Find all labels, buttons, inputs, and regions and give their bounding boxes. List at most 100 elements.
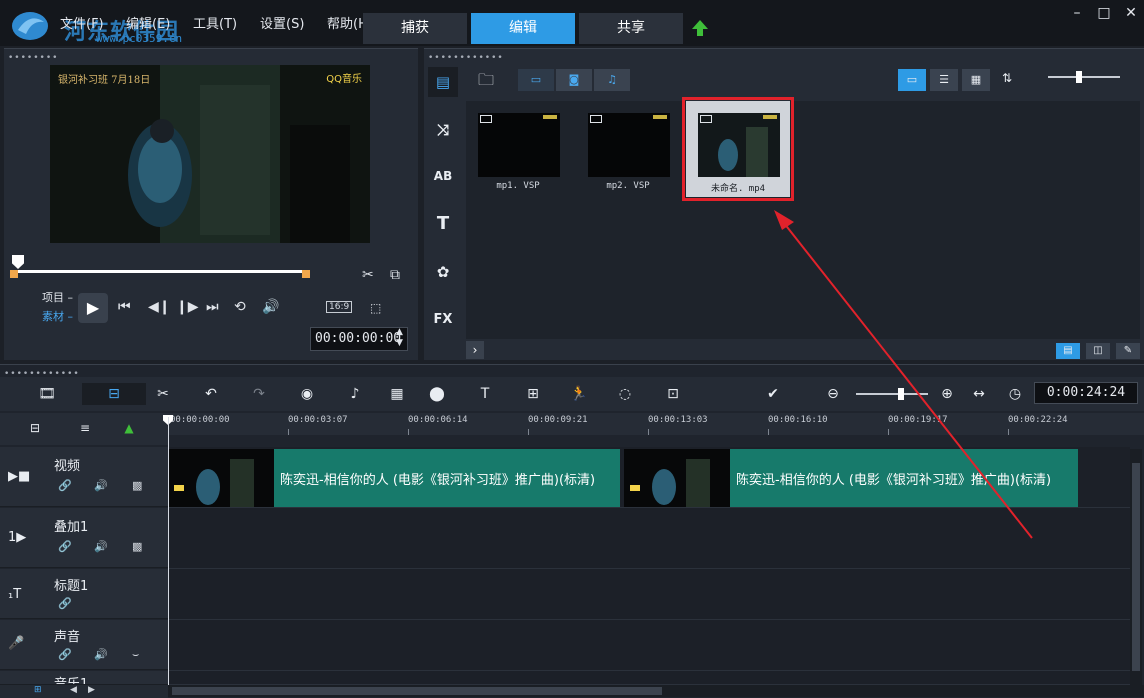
link-icon[interactable]: 🔗 (58, 597, 72, 610)
crop-icon[interactable]: ⬚ (370, 301, 381, 315)
show-photo-filter[interactable]: ◙ (556, 69, 592, 91)
minimize-icon[interactable]: – (1070, 6, 1084, 20)
multi-camera-icon[interactable]: ⬤ (424, 383, 450, 405)
library-item[interactable]: mp1. VSP (466, 101, 570, 197)
horizontal-scrollbar[interactable] (168, 685, 1144, 697)
library-item-selected[interactable]: 未命名. mp4 (682, 97, 794, 201)
checker-icon[interactable]: ▩ (132, 540, 142, 553)
title-track-lane[interactable] (168, 569, 1130, 620)
undo-icon[interactable]: ↶ (198, 383, 224, 405)
track-header-music[interactable]: 音乐1 (0, 671, 168, 685)
scissors-icon[interactable]: ✂ (362, 267, 374, 283)
title-editor-icon[interactable]: T (472, 383, 498, 405)
library-item[interactable]: mp2. VSP (576, 101, 680, 197)
mute-icon[interactable]: 🔊 (94, 540, 108, 553)
link-icon[interactable]: 🔗 (58, 648, 72, 661)
overlay-track-lane[interactable] (168, 508, 1130, 569)
track-header-voice[interactable]: 🎤 声音 🔗 🔊 ⌣ (0, 620, 168, 670)
track-header-title[interactable]: ₁T 标题1 🔗 (0, 569, 168, 619)
scrollbar-thumb[interactable] (172, 687, 662, 695)
menu-file[interactable]: 文件(F) (60, 13, 104, 32)
split-screen-icon[interactable]: ⊞ (520, 383, 546, 405)
transition-icon[interactable]: ⤨ (428, 115, 458, 145)
upload-arrow-icon[interactable] (690, 18, 710, 38)
show-video-filter[interactable]: ▭ (518, 69, 554, 91)
next-frame-icon[interactable]: ❙▶ (176, 299, 199, 315)
timeline-clip[interactable]: 陈奕迅-相信你的人 (电影《银河补习班》推广曲)(标清) (624, 449, 1078, 507)
menu-tools[interactable]: 工具(T) (193, 13, 237, 32)
mute-icon[interactable]: 🔊 (94, 479, 108, 492)
time-ruler[interactable]: 00:00:00:00 00:00:03:07 00:00:06:14 00:0… (168, 413, 1144, 435)
thumbnail-size-slider[interactable] (1048, 71, 1120, 83)
fx-icon[interactable]: FX (428, 305, 458, 335)
voice-track-lane[interactable] (168, 620, 1130, 671)
timeline-zoom-slider[interactable] (856, 388, 928, 400)
close-icon[interactable]: ✕ (1124, 6, 1138, 20)
motion-tracking-icon[interactable]: 🏃 (566, 383, 592, 405)
add-folder-icon[interactable]: 🗀 (478, 69, 494, 96)
library-view-icon[interactable]: ▤ (1056, 343, 1080, 359)
fit-frame-icon[interactable]: ⊡ (660, 383, 686, 405)
aspect-ratio-selector[interactable]: 16:9 (326, 301, 353, 313)
zoom-in-icon[interactable]: ⊕ (934, 383, 960, 405)
track-header-overlay[interactable]: 1▶ 叠加1 🔗 🔊 ▩ (0, 508, 168, 568)
thumbnail-view-icon[interactable]: ▭ (898, 69, 926, 91)
sort-icon[interactable]: ⇅ (1002, 71, 1012, 85)
list-view-icon[interactable]: ☰ (930, 69, 958, 91)
marker-icon[interactable]: ▲ (116, 417, 142, 439)
go-to-end-icon[interactable]: ⏭ (206, 299, 219, 315)
track-manager-icon[interactable]: ⊟ (22, 417, 48, 439)
storyboard-view-icon[interactable]: 🎞 (34, 383, 60, 405)
timeline-clip[interactable]: 陈奕迅-相信你的人 (电影《银河补习班》推广曲)(标清) (168, 449, 620, 507)
path-icon[interactable]: ◌ (612, 383, 638, 405)
link-icon[interactable]: 🔗 (58, 479, 72, 492)
timeline-playhead[interactable] (168, 417, 169, 687)
scroll-left-icon[interactable]: ◀ (70, 685, 77, 695)
tab-edit[interactable]: 编辑 (471, 13, 575, 44)
record-icon[interactable]: ◉ (294, 383, 320, 405)
music-track-lane[interactable] (168, 671, 1130, 685)
go-to-start-icon[interactable]: ⏮ (118, 299, 131, 315)
edit-icon[interactable]: ✎ (1116, 343, 1140, 359)
mode-project-label[interactable]: 项目 – (42, 289, 73, 305)
split-view-icon[interactable]: ◫ (1086, 343, 1110, 359)
slider-knob[interactable] (1076, 71, 1082, 83)
menu-settings[interactable]: 设置(S) (260, 13, 304, 32)
scroll-right-icon[interactable]: ▶ (88, 685, 95, 695)
link-icon[interactable]: 🔗 (58, 540, 72, 553)
video-track-lane[interactable]: 陈奕迅-相信你的人 (电影《银河补习班》推广曲)(标清) 陈奕迅-相信你的人 (… (168, 447, 1130, 508)
trim-in-marker[interactable] (10, 270, 18, 278)
copy-frame-icon[interactable]: ⧉ (390, 267, 400, 283)
vertical-scrollbar[interactable] (1130, 449, 1142, 685)
tools-icon[interactable]: ✂ (150, 383, 176, 405)
maximize-icon[interactable]: □ (1097, 6, 1111, 20)
title-ab-icon[interactable]: AB (428, 161, 458, 191)
menu-help[interactable]: 帮助(H) (327, 13, 363, 32)
track-header-video[interactable]: ▶■ 视频 🔗 🔊 ▩ (0, 447, 168, 507)
grid-view-icon[interactable]: ▦ (962, 69, 990, 91)
timecode-stepper-icon[interactable]: ▲ ▼ (396, 327, 403, 349)
fit-project-icon[interactable]: ↔ (966, 383, 992, 405)
text-icon[interactable]: T (428, 209, 458, 239)
volume-icon[interactable]: 🔊 (262, 299, 279, 315)
tab-capture[interactable]: 捕获 (363, 13, 467, 44)
trim-out-marker[interactable] (302, 270, 310, 278)
media-icon[interactable]: ▤ (428, 67, 458, 97)
menu-edit[interactable]: 编辑(E) (126, 13, 170, 32)
trim-scrubber[interactable] (10, 255, 310, 278)
mode-clip-label[interactable]: 素材 – (42, 308, 73, 324)
scrollbar-thumb[interactable] (1132, 463, 1140, 671)
repeat-icon[interactable]: ⟲ (234, 299, 246, 315)
waveform-icon[interactable]: ⌣ (132, 648, 139, 662)
slider-knob[interactable] (898, 388, 904, 400)
project-duration-timecode[interactable]: 0:00:24:24 (1034, 382, 1138, 404)
smart-package-icon[interactable]: ✔ (760, 383, 786, 405)
scrub-track[interactable] (12, 270, 308, 273)
add-track-icon[interactable]: ≡ (72, 417, 98, 439)
mute-icon[interactable]: 🔊 (94, 648, 108, 661)
previous-frame-icon[interactable]: ◀❙ (148, 299, 171, 315)
timeline-view-icon[interactable]: ⊟ (82, 383, 146, 405)
scrub-playhead[interactable] (12, 255, 24, 269)
auto-music-icon[interactable]: ▦ (384, 383, 410, 405)
zoom-out-icon[interactable]: ⊖ (820, 383, 846, 405)
